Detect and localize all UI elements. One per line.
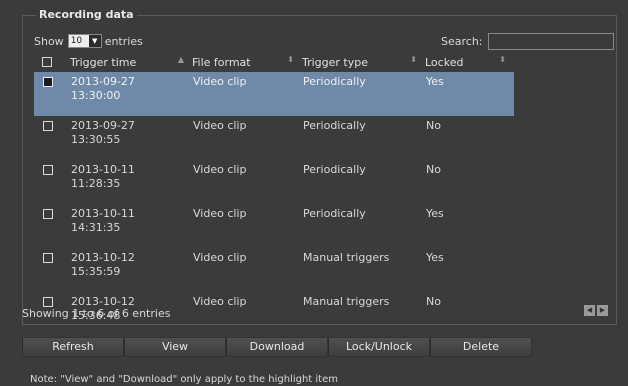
row-select-cell[interactable]: [34, 160, 70, 204]
row-select-cell[interactable]: [34, 204, 70, 248]
trigger-type-cell: Periodically: [303, 163, 366, 176]
file-format-cell: Video clip: [193, 251, 247, 264]
row-select-cell[interactable]: [34, 72, 70, 116]
prev-page-icon[interactable]: ◀: [584, 305, 595, 316]
row-checkbox[interactable]: [43, 209, 53, 219]
locked-cell: Yes: [425, 72, 514, 116]
col-trigger-type[interactable]: Trigger type ⬍: [302, 52, 425, 72]
download-button[interactable]: Download: [226, 337, 328, 357]
row-checkbox[interactable]: [43, 297, 53, 307]
locked-cell: No: [426, 295, 441, 308]
row-select-cell[interactable]: [34, 248, 70, 292]
sort-icon: ⬍: [287, 55, 294, 64]
locked-cell: No: [426, 163, 441, 176]
trigger-time-cell: 2013-10-12 15:35:59: [71, 251, 135, 278]
trigger-type-cell: Manual triggers: [303, 295, 390, 308]
show-label: Show: [34, 34, 64, 48]
action-toolbar: Refresh View Download Lock/Unlock Delete: [22, 337, 532, 357]
trigger-type-cell: Periodically: [303, 207, 366, 220]
trigger-type-cell: Periodically: [302, 72, 425, 116]
table-header: Trigger time ▲ File format ⬍ Trigger type ⬍…: [34, 52, 514, 72]
refresh-button[interactable]: Refresh: [22, 337, 124, 357]
col-file-format[interactable]: File format ⬍: [192, 52, 302, 72]
col-trigger-time[interactable]: Trigger time ▲: [70, 52, 192, 72]
table-row[interactable]: 2013-10-11 14:31:35 Video clip Periodically…: [34, 204, 514, 248]
table-row[interactable]: 2013-09-27 13:30:55 Video clip Periodically…: [34, 116, 514, 160]
row-checkbox[interactable]: [43, 77, 53, 87]
row-checkbox[interactable]: [43, 165, 53, 175]
chevron-down-icon: ▼: [88, 35, 101, 47]
sort-icon: ⬍: [410, 55, 417, 64]
delete-button[interactable]: Delete: [430, 337, 532, 357]
table-info: Showing 1 to 6 of 6 entries: [22, 307, 171, 320]
table-row[interactable]: 2013-10-12 15:35:59 Video clip Manual trigg…: [34, 248, 514, 292]
select-all-header[interactable]: [34, 52, 70, 72]
row-checkbox[interactable]: [43, 253, 53, 263]
entries-select[interactable]: 10 ▼: [67, 34, 102, 48]
lock-unlock-button[interactable]: Lock/Unlock: [328, 337, 430, 357]
search-label: Search:: [441, 35, 483, 48]
sort-icon: ⬍: [499, 55, 506, 64]
entries-label: entries: [104, 34, 143, 48]
col-locked[interactable]: Locked ⬍: [425, 52, 514, 72]
sort-asc-icon: ▲: [177, 55, 184, 64]
file-format-cell: Video clip: [193, 163, 247, 176]
select-all-checkbox[interactable]: [42, 56, 52, 67]
length-control: Show 10 ▼ entries: [34, 33, 143, 49]
table-row[interactable]: 2013-09-27 13:30:00 Video clip Periodically…: [34, 72, 514, 116]
file-format-cell: Video clip: [193, 207, 247, 220]
view-button[interactable]: View: [124, 337, 226, 357]
locked-cell: Yes: [426, 207, 444, 220]
trigger-time-cell: 2013-10-11 14:31:35: [71, 207, 135, 234]
locked-cell: No: [426, 119, 441, 132]
row-checkbox[interactable]: [43, 121, 53, 131]
section-title: Recording data: [36, 8, 137, 21]
search-input[interactable]: [488, 33, 614, 50]
table-row[interactable]: 2013-10-11 11:28:35 Video clip Periodically…: [34, 160, 514, 204]
file-format-cell: Video clip: [193, 119, 247, 132]
pagination: ◀ ▶: [584, 305, 608, 316]
entries-select-value: 10: [70, 36, 83, 46]
row-select-cell[interactable]: [34, 116, 70, 160]
trigger-type-cell: Periodically: [303, 119, 366, 132]
trigger-type-cell: Manual triggers: [303, 251, 390, 264]
file-format-cell: Video clip: [192, 72, 302, 116]
trigger-time-cell: 2013-09-27 13:30:55: [71, 119, 135, 146]
next-page-icon[interactable]: ▶: [597, 305, 608, 316]
recording-table: Trigger time ▲ File format ⬍ Trigger type ⬍…: [34, 52, 514, 336]
note-text: Note: "View" and "Download" only apply t…: [30, 374, 338, 385]
file-format-cell: Video clip: [193, 295, 247, 308]
trigger-time-cell: 2013-09-27 13:30:00: [70, 72, 192, 116]
locked-cell: Yes: [426, 251, 444, 264]
trigger-time-cell: 2013-10-11 11:28:35: [71, 163, 135, 190]
